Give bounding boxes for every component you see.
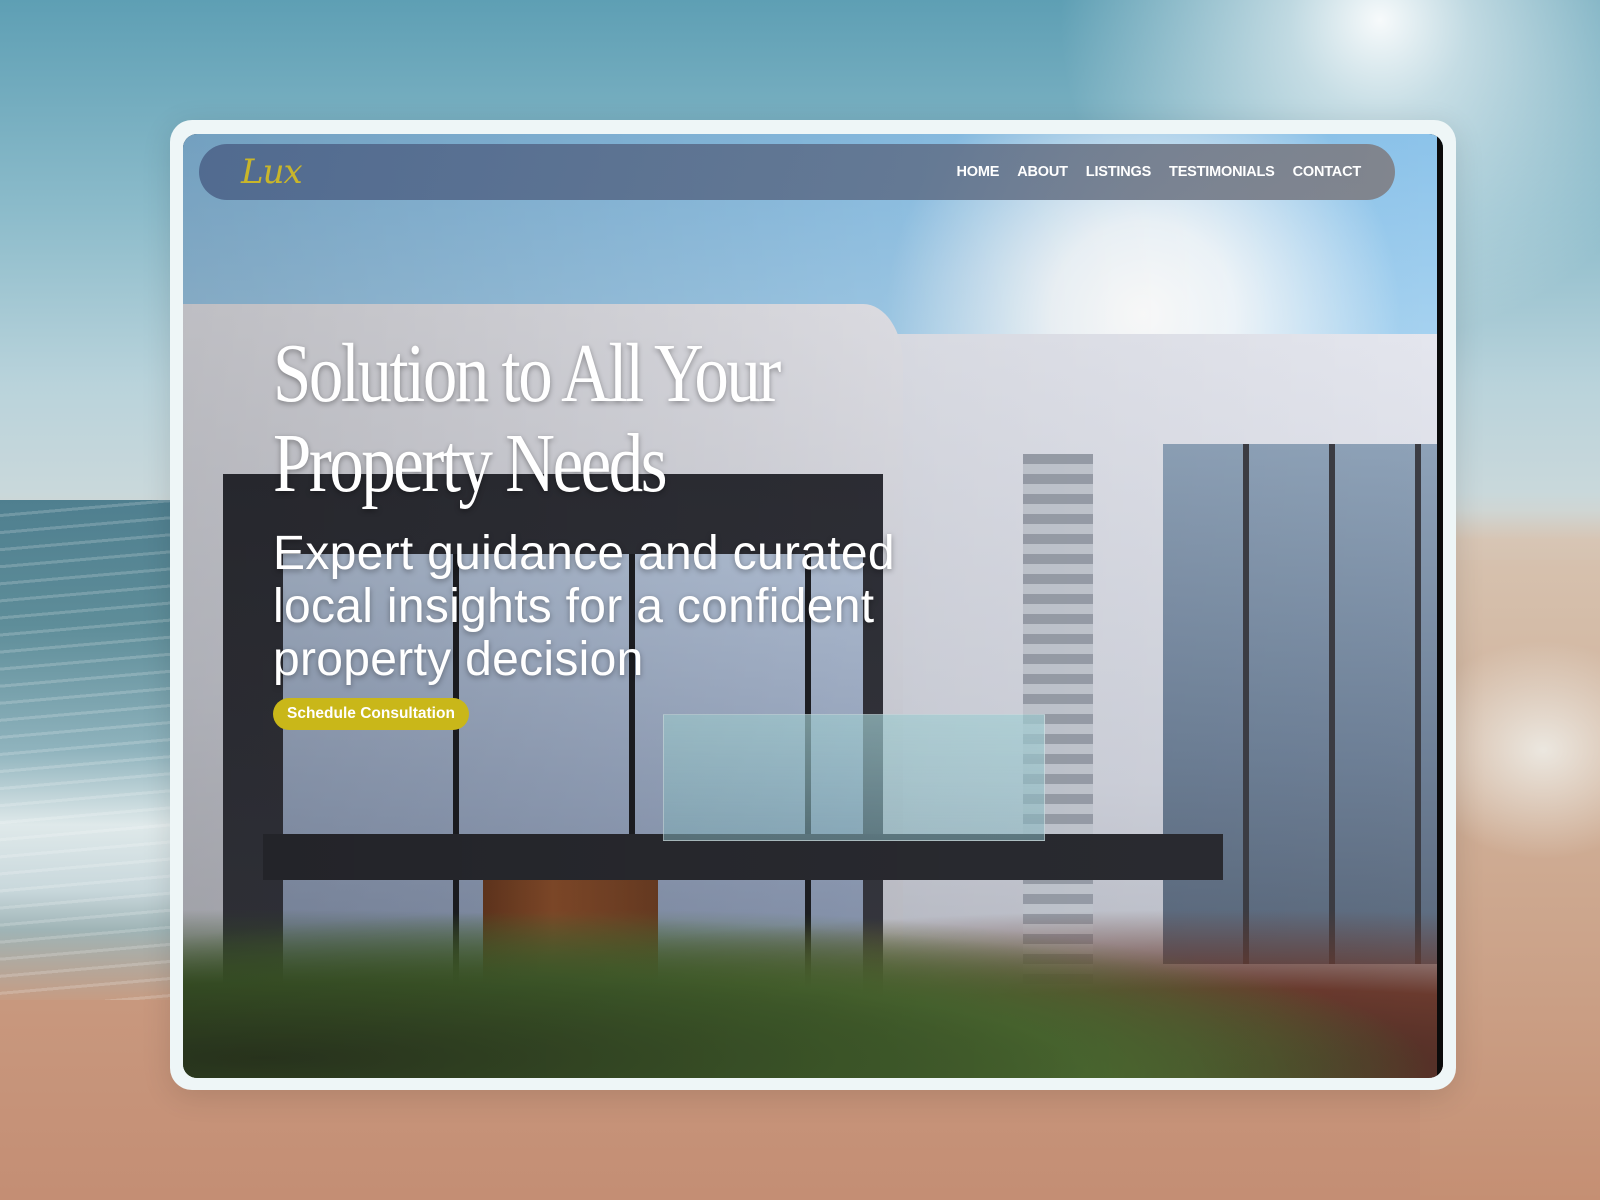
hero-subheading: Expert guidance and curated local insigh… [273, 527, 895, 686]
top-navbar: Lux HOME ABOUT LISTINGS TESTIMONIALS CON… [199, 144, 1395, 200]
nav-link-about[interactable]: ABOUT [1017, 164, 1068, 180]
nav-links: HOME ABOUT LISTINGS TESTIMONIALS CONTACT [957, 164, 1362, 180]
screen-edge [1437, 134, 1443, 1078]
nav-link-testimonials[interactable]: TESTIMONIALS [1169, 164, 1275, 180]
nav-link-listings[interactable]: LISTINGS [1086, 164, 1151, 180]
schedule-consultation-button[interactable]: Schedule Consultation [273, 698, 469, 730]
nav-link-contact[interactable]: CONTACT [1293, 164, 1362, 180]
hero-text-block: Solution to All Your Property Needs Expe… [273, 329, 1033, 730]
nav-link-home[interactable]: HOME [957, 164, 1000, 180]
hero-headline-line2: Property Needs [273, 417, 668, 510]
hero-headline-line1: Solution to All Your [273, 327, 781, 420]
hero-headline: Solution to All Your Property Needs [273, 329, 978, 509]
brand-logo[interactable]: Lux [241, 152, 303, 192]
website-screen: Lux HOME ABOUT LISTINGS TESTIMONIALS CON… [183, 134, 1443, 1078]
